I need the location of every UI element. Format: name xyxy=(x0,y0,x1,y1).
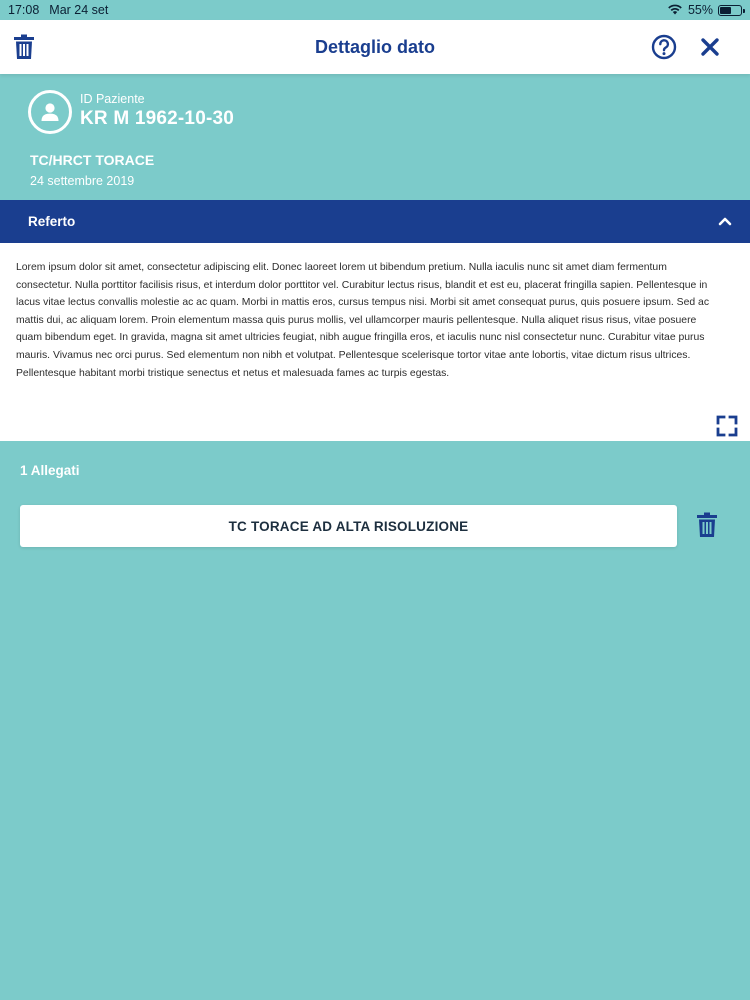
avatar xyxy=(28,90,72,134)
battery-percent: 55% xyxy=(687,3,713,17)
referto-label: Referto xyxy=(28,214,76,229)
exam-title: TC/HRCT TORACE xyxy=(30,152,155,168)
user-icon xyxy=(41,103,59,121)
trash-icon xyxy=(14,34,34,59)
battery-fill xyxy=(720,6,731,14)
referto-section-toggle[interactable]: Referto xyxy=(0,200,750,243)
close-button[interactable] xyxy=(695,32,725,62)
patient-info: ID Paziente KR M 1962-10-30 TC/HRCT TORA… xyxy=(0,74,750,200)
question-icon xyxy=(651,34,677,60)
battery-icon xyxy=(718,4,745,16)
exam-date: 24 settembre 2019 xyxy=(30,174,135,188)
help-button[interactable] xyxy=(649,32,679,62)
expand-icon xyxy=(716,415,738,437)
delete-button[interactable] xyxy=(9,32,39,62)
status-date: Mar 24 set xyxy=(49,3,109,17)
expand-button[interactable] xyxy=(716,415,738,437)
attachment-name: TC TORACE AD ALTA RISOLUZIONE xyxy=(228,518,469,534)
chevron-up-icon xyxy=(718,217,732,226)
wifi-icon xyxy=(667,3,683,18)
attachments-count: 1 Allegati xyxy=(20,463,80,478)
status-time: 17:08 xyxy=(8,3,40,17)
patient-id-label: ID Paziente xyxy=(80,92,145,106)
header: Dettaglio dato xyxy=(0,20,750,74)
page-title: Dettaglio dato xyxy=(315,36,435,57)
status-bar: 17:08 Mar 24 set 55% xyxy=(0,0,750,20)
patient-id-value: KR M 1962-10-30 xyxy=(80,108,235,129)
attachment-item[interactable]: TC TORACE AD ALTA RISOLUZIONE xyxy=(20,505,677,547)
referto-body: Lorem ipsum dolor sit amet, consectetur … xyxy=(0,243,750,441)
close-icon xyxy=(701,38,719,56)
delete-attachment-button[interactable] xyxy=(694,510,720,540)
referto-text: Lorem ipsum dolor sit amet, consectetur … xyxy=(16,262,710,379)
trash-icon xyxy=(697,512,717,537)
